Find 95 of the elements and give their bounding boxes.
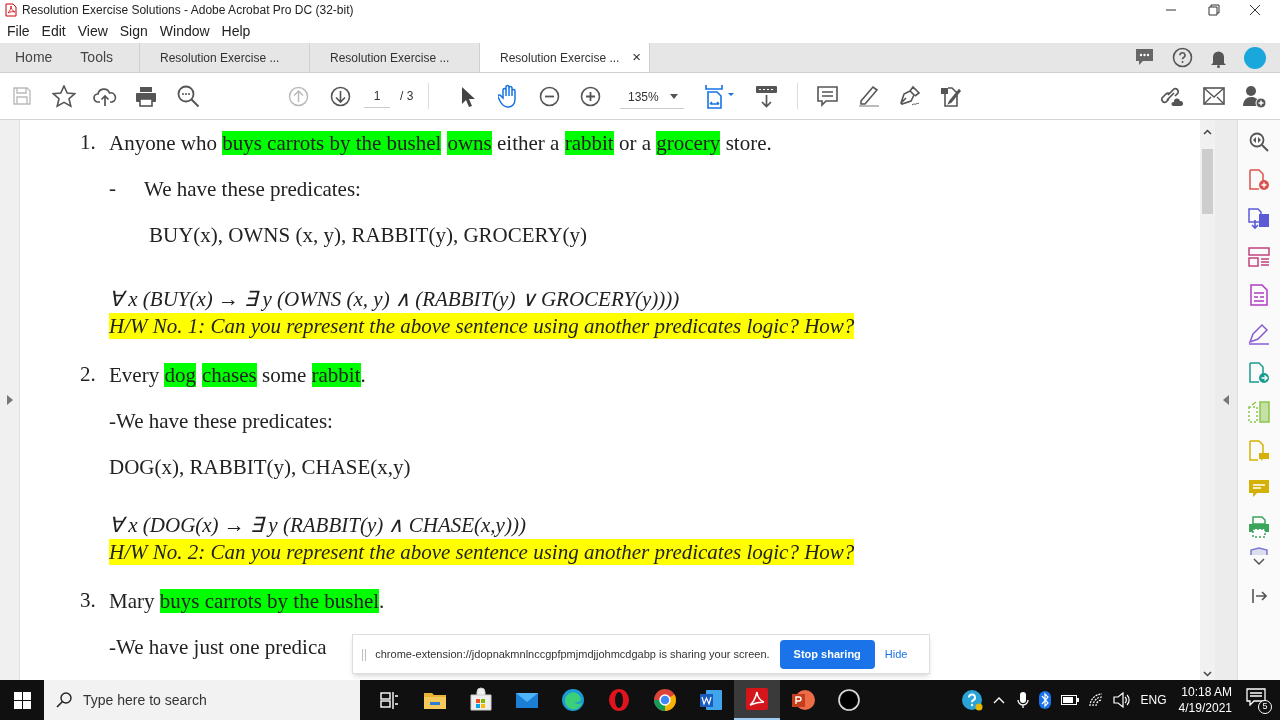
- mail-icon[interactable]: [1203, 87, 1225, 105]
- expand-arrow-icon[interactable]: [6, 395, 13, 405]
- list-item-text: Every dog chases some rabbit.: [109, 362, 366, 388]
- add-user-icon[interactable]: [1243, 85, 1267, 109]
- cloud-upload-icon[interactable]: [93, 86, 117, 108]
- bluetooth-icon[interactable]: [1038, 691, 1051, 709]
- menu-item[interactable]: File: [1, 21, 36, 42]
- scroll-mode-icon[interactable]: [755, 85, 778, 108]
- homework-text: H/W No. 1: Can you represent the above sentence using another predicates logic? How?: [109, 313, 855, 339]
- print-icon[interactable]: [135, 86, 157, 107]
- formula-text: ∀ x (DOG(x) → ∃ y (RABBIT(y) ∧ CHASE(x,y))): [109, 511, 526, 538]
- scroll-up-icon[interactable]: [1203, 129, 1212, 135]
- caret-icon: [670, 94, 678, 99]
- export-pdf-icon[interactable]: [1248, 208, 1270, 230]
- word-processor-icon: [698, 687, 724, 713]
- browser-icon: [560, 687, 586, 713]
- window-title: Resolution Exercise Solutions - Adobe Acrobat Pro DC (32-bit): [22, 2, 354, 19]
- clock-date: 4/19/2021: [1178, 700, 1232, 716]
- star-icon[interactable]: [52, 85, 76, 108]
- print-production-icon[interactable]: [1248, 516, 1270, 538]
- list-item-text: Anyone who buys carrots by the bushel owns either a rabbit or a grocery store.: [109, 130, 772, 156]
- list-number: 2.: [80, 361, 97, 389]
- collapse-panel-icon[interactable]: [1251, 588, 1267, 604]
- homework-text: H/W No. 2: Can you represent the above sentence using another predicates logic? How?: [109, 539, 855, 565]
- collapse-arrow-icon[interactable]: [1223, 395, 1229, 405]
- clock[interactable]: 10:18 AM 4/19/2021: [1178, 684, 1232, 716]
- menu-item[interactable]: Window: [153, 21, 216, 42]
- pdf-icon: [5, 3, 17, 17]
- menu-item[interactable]: Help: [215, 21, 257, 42]
- layout-icon[interactable]: [1248, 247, 1270, 267]
- highlighter-icon[interactable]: [858, 85, 880, 107]
- menu-item[interactable]: Sign: [113, 21, 154, 42]
- close-tab-button[interactable]: ×: [632, 46, 641, 69]
- clock-time: 10:18 AM: [1181, 684, 1232, 700]
- notification-button[interactable]: 5: [1246, 688, 1270, 712]
- battery-icon[interactable]: [1060, 695, 1079, 705]
- search-icon: [56, 692, 72, 708]
- scrollbar-thumb[interactable]: [1202, 149, 1213, 214]
- windows-start-icon[interactable]: [14, 691, 31, 709]
- fit-page-icon[interactable]: [704, 84, 736, 109]
- chat-icon[interactable]: [1134, 48, 1155, 67]
- taskbar-button[interactable]: [734, 680, 780, 720]
- sub-item-text: We have these predicates:: [144, 176, 361, 202]
- chevron-up-icon[interactable]: [992, 696, 1005, 704]
- form-icon[interactable]: [1250, 284, 1268, 306]
- list-item-text: Mary buys carrots by the bushel.: [109, 588, 385, 614]
- presentation-icon: [790, 687, 816, 713]
- edit-document-icon[interactable]: [940, 85, 963, 108]
- zoom-out-icon[interactable]: [539, 86, 560, 107]
- page-number-field[interactable]: 1: [364, 86, 390, 108]
- pdf-reader-icon: [744, 686, 770, 712]
- circle-icon: [836, 687, 862, 713]
- zoom-in-icon[interactable]: [580, 86, 601, 107]
- microphone-icon[interactable]: [1016, 691, 1029, 709]
- arrow-down-icon[interactable]: [330, 86, 351, 107]
- link-cloud-icon[interactable]: [1160, 85, 1184, 108]
- cursor-icon[interactable]: [460, 86, 476, 108]
- browser-icon: [652, 687, 678, 713]
- notification-count: 5: [1258, 700, 1272, 714]
- send-file-icon[interactable]: [1248, 362, 1270, 384]
- language-indicator[interactable]: ENG: [1140, 691, 1167, 709]
- chevron-down-icon[interactable]: [1253, 558, 1265, 565]
- menu-item[interactable]: View: [71, 21, 114, 42]
- nav-tab[interactable]: Tools: [66, 43, 114, 72]
- menu-item[interactable]: Edit: [35, 21, 72, 42]
- help-icon[interactable]: [960, 689, 983, 711]
- body-text: -We have just one predica: [109, 634, 327, 660]
- create-pdf-icon[interactable]: [1248, 169, 1270, 191]
- sharing-message: chrome-extension://jdopnakmnlnccgpfpmjmdjjohmcdgabp is sharing your screen.: [375, 646, 770, 662]
- scroll-down-icon[interactable]: [1203, 671, 1212, 677]
- predicates-text: BUY(x), OWNS (x, y), RABBIT(y), GROCERY(y): [149, 222, 588, 248]
- sign-icon[interactable]: [1248, 323, 1270, 345]
- formula-text: ∀ x (BUY(x) → ∃ y (OWNS (x, y) ∧ (RABBIT(y) ∨ GROCERY(y)))): [109, 285, 680, 312]
- help-icon[interactable]: [1172, 47, 1193, 68]
- stop-sharing-button[interactable]: Stop sharing: [779, 639, 875, 669]
- shopping-bag-icon: [468, 687, 494, 713]
- page-total: / 3: [400, 88, 414, 105]
- search-icon[interactable]: [177, 85, 200, 108]
- zoom-dropdown[interactable]: 135%: [620, 85, 684, 109]
- document-tab[interactable]: Resolution Exercise ... ×: [480, 43, 650, 72]
- browser-icon: [606, 687, 632, 713]
- taskbar-search-field[interactable]: Type here to search: [44, 680, 360, 720]
- shield-icon[interactable]: [1250, 547, 1268, 555]
- volume-icon[interactable]: [1112, 692, 1131, 708]
- dash-marker: -: [109, 175, 117, 203]
- comment-icon[interactable]: [817, 86, 838, 107]
- pen-icon[interactable]: [899, 85, 921, 107]
- wifi-icon[interactable]: [1088, 693, 1105, 707]
- body-text: DOG(x), RABBIT(y), CHASE(x,y): [109, 454, 411, 480]
- nav-tab[interactable]: Home: [0, 43, 67, 72]
- list-number: 1.: [80, 129, 97, 157]
- body-text: -We have these predicates:: [109, 408, 333, 434]
- zoom-icon[interactable]: [1249, 132, 1269, 152]
- list-number: 3.: [80, 587, 97, 615]
- hide-link[interactable]: Hide: [884, 645, 908, 663]
